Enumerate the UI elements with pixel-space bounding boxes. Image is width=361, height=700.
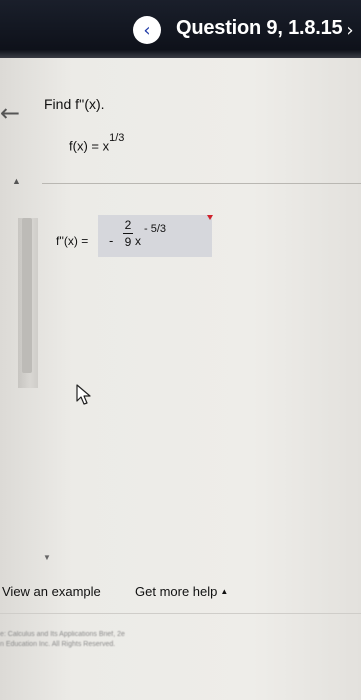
answer-status-marker-icon [207,215,213,220]
section-divider [42,183,361,184]
chevron-left-icon: ‹ [143,19,151,41]
previous-question-button[interactable]: ‹ [133,16,161,44]
answer-input[interactable] [98,215,212,257]
given-function-base: f(x) = x [69,138,110,154]
scroll-down-icon[interactable]: ▼ [43,553,51,562]
footer-divider [0,613,361,614]
answer-exponent: - 5/3 [144,223,167,235]
answer-fraction: 2 9 [122,218,134,249]
caret-up-icon: ▲ [220,587,229,596]
header-shadow [0,50,361,58]
copyright-line-1: e: Calculus and Its Applications Brief, … [0,631,125,638]
copyright-line-2: n Education Inc. All Rights Reserved. [0,641,116,648]
view-example-link[interactable]: View an example [2,584,101,599]
answer-denominator: 9 [124,235,132,249]
given-function: f(x) = x1/3 [69,132,124,154]
question-prompt: Find f''(x). [44,96,105,112]
mouse-cursor-icon [76,384,91,405]
question-header: ‹ Question 9, 1.8.15 › [0,0,361,58]
question-title: Question 9, 1.8.15 [176,17,343,39]
question-content [0,58,361,700]
get-more-help-label: Get more help [135,584,218,599]
scrollbar-thumb[interactable] [22,218,32,373]
copyright-notice: e: Calculus and Its Applications Brief, … [0,630,200,650]
back-arrow-icon[interactable]: ← [0,101,20,125]
next-question-button[interactable]: › [336,16,361,44]
given-function-exponent: 1/3 [109,132,125,144]
answer-label: f''(x) = [56,234,89,248]
answer-variable: x [135,234,141,248]
collapse-up-icon[interactable]: ▲ [12,176,21,186]
answer-numerator: 2 [124,218,132,232]
get-more-help-button[interactable]: Get more help ▲ [135,584,228,599]
chevron-right-icon: › [346,19,354,41]
answer-sign: - [109,233,114,248]
